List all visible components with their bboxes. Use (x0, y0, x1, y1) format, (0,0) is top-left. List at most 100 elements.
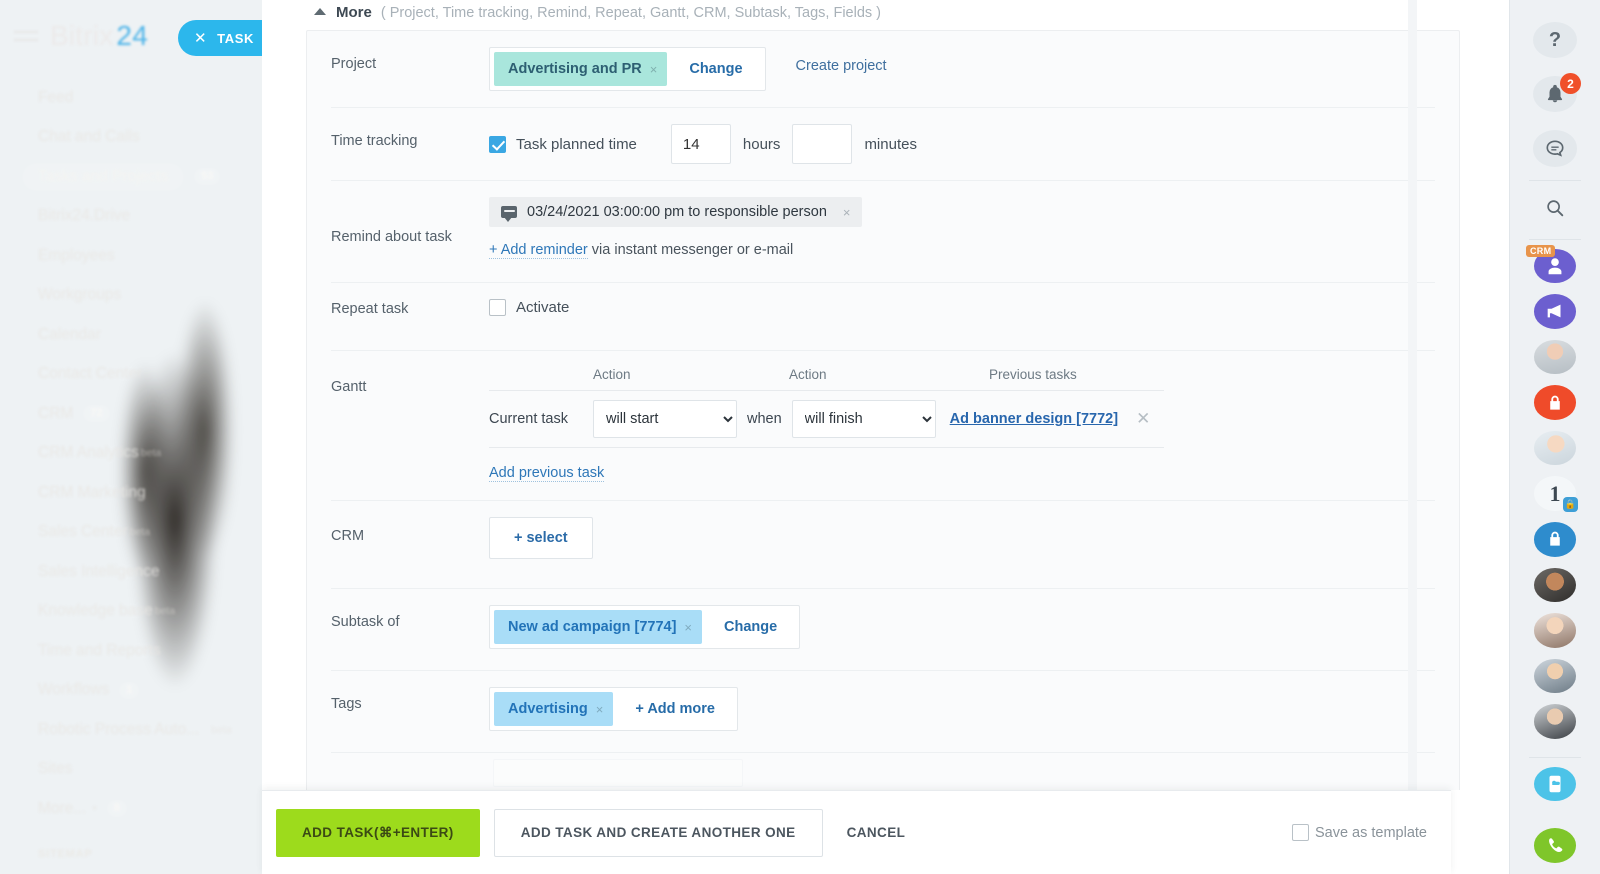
sidebar-item-robotic-process-automation[interactable]: Robotic Process Auto...beta (0, 710, 262, 750)
left-sidebar: Bitrix24 Feed Chat and Calls Tasks and P… (0, 0, 262, 874)
megaphone-icon[interactable] (1534, 294, 1576, 329)
repeat-activate-checkbox[interactable] (489, 299, 506, 316)
tag-chip[interactable]: Advertising × (494, 692, 613, 726)
search-icon[interactable] (1533, 190, 1577, 226)
tag-chip-remove-icon[interactable]: × (596, 702, 604, 717)
subtask-field-box[interactable]: New ad campaign [7774] × Change (489, 605, 800, 649)
project-chip-remove-icon[interactable]: × (650, 62, 658, 77)
save-as-template-checkbox[interactable] (1292, 824, 1309, 841)
sidebar-item-tasks-and-projects[interactable]: Tasks and Projects53 (0, 157, 262, 197)
person-avatar-4[interactable] (1534, 613, 1576, 648)
sidebar-item-chat-and-calls[interactable]: Chat and Calls (0, 118, 262, 158)
project-chip[interactable]: Advertising and PR × (494, 52, 667, 86)
person-avatar-5[interactable] (1534, 659, 1576, 694)
project-chip-label: Advertising and PR (508, 61, 642, 77)
reminder-remove-icon[interactable]: × (843, 205, 851, 220)
add-task-button[interactable]: ADD TASK(⌘+ENTER) (276, 809, 480, 857)
project-change-button[interactable]: Change (667, 61, 764, 77)
sidebar-item-label: Sales Intelligence (38, 563, 160, 581)
add-previous-task-link[interactable]: Add previous task (489, 465, 604, 482)
sidebar-item-knowledge-base[interactable]: Knowledge basebeta (0, 592, 262, 632)
tag-chip-label: Advertising (508, 701, 588, 717)
hamburger-icon[interactable] (14, 28, 38, 44)
chevron-up-icon[interactable] (314, 8, 326, 15)
message-icon (501, 206, 517, 218)
sidebar-item-label: Workgroups (38, 286, 121, 304)
sidebar-item-crm-marketing[interactable]: CRM Marketing (0, 473, 262, 513)
sidebar-item-label: Tasks and Projects (22, 163, 184, 191)
partial-field-placeholder (493, 759, 743, 787)
create-project-link[interactable]: Create project (796, 47, 887, 74)
sidebar-item-contact-center[interactable]: Contact Center (0, 355, 262, 395)
field-row-time-tracking: Time tracking Task planned time hours mi… (331, 108, 1435, 181)
sidebar-item-crm[interactable]: CRM72 (0, 394, 262, 434)
repeat-task-label: Repeat task (331, 299, 489, 317)
brand-logo[interactable]: Bitrix24 (50, 20, 148, 52)
person-avatar-2[interactable] (1534, 431, 1576, 466)
gantt-previous-task-link[interactable]: Ad banner design [7772] (950, 411, 1118, 427)
beta-tag: beta (130, 526, 150, 538)
sidebar-item-workflows[interactable]: Workflows1 (0, 671, 262, 711)
bell-icon[interactable]: 2 (1533, 76, 1577, 112)
brand-suffix: 24 (116, 20, 148, 51)
sidebar-item-bitrix24-drive[interactable]: Bitrix24.Drive (0, 197, 262, 237)
tags-field-box[interactable]: Advertising × + Add more (489, 687, 738, 731)
help-icon[interactable]: ? (1533, 22, 1577, 58)
save-as-template-wrap: Save as template (1292, 824, 1427, 841)
add-reminder-link[interactable]: + Add reminder (489, 242, 588, 259)
subtask-chip[interactable]: New ad campaign [7774] × (494, 610, 702, 644)
lock-icon-red[interactable] (1534, 385, 1576, 420)
chat-icon[interactable] (1533, 130, 1577, 166)
person-avatar-1[interactable] (1534, 340, 1576, 375)
more-section-header[interactable]: More ( Project, Time tracking, Remind, R… (302, 0, 1460, 30)
sidebar-item-label: Employees (38, 247, 115, 265)
crm-avatar[interactable]: CRM (1534, 249, 1576, 284)
mobile-app-icon[interactable] (1534, 767, 1576, 802)
task-planned-time-checkbox[interactable] (489, 136, 506, 153)
beta-tag: beta (141, 447, 161, 459)
tags-label: Tags (331, 687, 489, 712)
add-task-and-create-another-button[interactable]: ADD TASK AND CREATE ANOTHER ONE (494, 809, 823, 857)
anniversary-icon[interactable]: 1 🔒 (1534, 476, 1576, 511)
sidebar-item-feed[interactable]: Feed (0, 78, 262, 118)
gantt-action-1-select[interactable]: will start will finish (593, 400, 737, 438)
tags-add-more-button[interactable]: + Add more (613, 701, 737, 717)
sidebar-item-workgroups[interactable]: Workgroups (0, 276, 262, 316)
gantt-action-2-select[interactable]: will finish will start (792, 400, 936, 438)
person-avatar-3[interactable] (1534, 568, 1576, 603)
add-reminder-line: + Add reminder via instant messenger or … (489, 242, 793, 258)
reminder-chip[interactable]: 03/24/2021 03:00:00 pm to responsible pe… (489, 197, 862, 227)
sidebar-item-more[interactable]: More...▾8 (0, 789, 262, 829)
help-glyph: ? (1549, 29, 1561, 52)
megaphone-glyph (1544, 300, 1566, 322)
subtask-chip-remove-icon[interactable]: × (684, 620, 692, 635)
sidebar-item-time-and-reports[interactable]: Time and Reports (0, 631, 262, 671)
call-icon[interactable] (1534, 828, 1576, 863)
cancel-button[interactable]: CANCEL (847, 825, 906, 840)
lock-badge-icon: 🔒 (1563, 497, 1578, 512)
sidebar-item-crm-analytics[interactable]: CRM Analyticsbeta (0, 434, 262, 474)
gantt-col-action-1: Action (593, 367, 789, 382)
sidebar-item-employees[interactable]: Employees (0, 236, 262, 276)
close-icon[interactable]: ✕ (194, 29, 207, 47)
create-task-pill[interactable]: ✕ TASK (178, 20, 262, 56)
sidebar-item-sales-center[interactable]: Sales Centerbeta (0, 513, 262, 553)
gantt-table-header: Action Action Previous tasks (489, 367, 1435, 382)
sidebar-item-calendar[interactable]: Calendar (0, 315, 262, 355)
reminder-chip-text: 03/24/2021 03:00:00 pm to responsible pe… (527, 204, 827, 220)
subtask-change-button[interactable]: Change (702, 619, 799, 635)
sidebar-item-label: Chat and Calls (38, 128, 140, 146)
planned-minutes-input[interactable] (792, 124, 852, 164)
sidebar-item-sites[interactable]: Sites (0, 750, 262, 790)
sitemap-link[interactable]: SITEMAP (38, 848, 93, 860)
task-form-scroll[interactable]: More ( Project, Time tracking, Remind, R… (262, 0, 1480, 790)
panel-scrollbar[interactable] (1408, 0, 1417, 874)
gantt-row-remove-icon[interactable]: ✕ (1136, 409, 1150, 429)
project-field-box[interactable]: Advertising and PR × Change (489, 47, 766, 91)
crm-select-button[interactable]: + select (489, 517, 593, 559)
planned-hours-input[interactable] (671, 124, 731, 164)
field-row-partial-next (331, 753, 1435, 790)
lock-icon-blue[interactable] (1534, 522, 1576, 557)
sidebar-item-sales-intelligence[interactable]: Sales Intelligence (0, 552, 262, 592)
person-avatar-6[interactable] (1534, 704, 1576, 739)
